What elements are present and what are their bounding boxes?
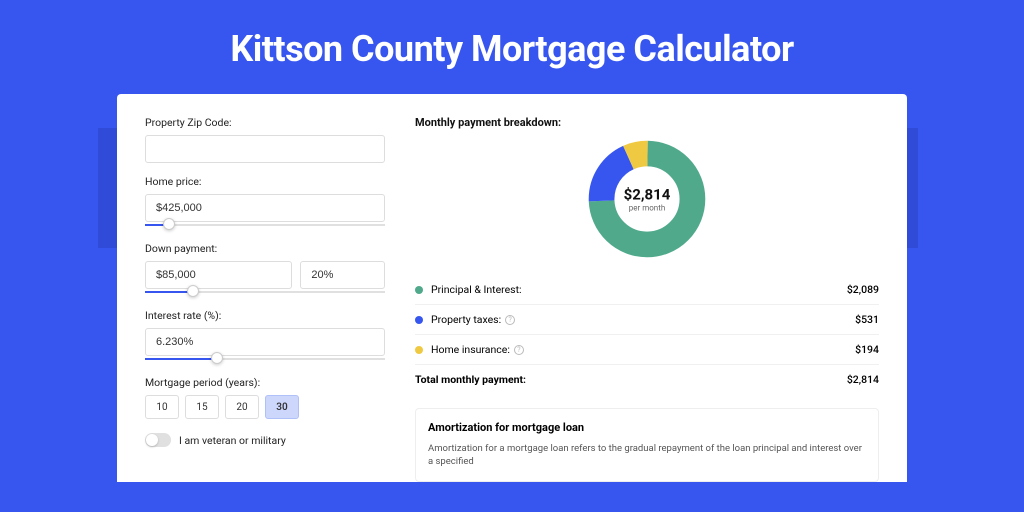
slider-fill <box>145 291 193 293</box>
down-payment-pct-input[interactable] <box>300 261 385 289</box>
down-payment-label: Down payment: <box>145 242 385 255</box>
home-price-input[interactable] <box>145 194 385 222</box>
period-options: 10 15 20 30 <box>145 395 385 419</box>
breakdown-title: Monthly payment breakdown: <box>415 116 879 129</box>
down-payment-slider[interactable] <box>145 287 385 297</box>
breakdown-column: Monthly payment breakdown: $2,814 per mo… <box>415 116 879 482</box>
info-icon[interactable]: ? <box>514 345 524 355</box>
period-btn-30[interactable]: 30 <box>265 395 299 419</box>
form-column: Property Zip Code: Home price: Down paym… <box>145 116 385 482</box>
legend-label-text: Principal & Interest: <box>431 283 522 296</box>
legend-dot <box>415 286 423 294</box>
veteran-label: I am veteran or military <box>179 434 286 447</box>
amortization-title: Amortization for mortgage loan <box>428 421 866 434</box>
home-price-slider[interactable] <box>145 220 385 230</box>
home-price-field-group: Home price: <box>145 175 385 230</box>
slider-fill <box>145 358 217 360</box>
interest-label: Interest rate (%): <box>145 309 385 322</box>
legend-dot <box>415 346 423 354</box>
amortization-card: Amortization for mortgage loan Amortizat… <box>415 408 879 482</box>
donut-chart: $2,814 per month <box>587 139 707 259</box>
zip-field-group: Property Zip Code: <box>145 116 385 163</box>
legend-row-principal: Principal & Interest: $2,089 <box>415 275 879 305</box>
legend-row-insurance: Home insurance: ? $194 <box>415 335 879 365</box>
page-title: Kittson County Mortgage Calculator <box>0 0 1024 94</box>
donut-amount: $2,814 <box>624 186 671 204</box>
legend-total-label: Total monthly payment: <box>415 373 847 386</box>
breakdown-legend: Principal & Interest: $2,089 Property ta… <box>415 275 879 394</box>
legend-dot <box>415 316 423 324</box>
period-btn-20[interactable]: 20 <box>225 395 259 419</box>
legend-value: $194 <box>855 343 879 356</box>
zip-input[interactable] <box>145 135 385 163</box>
zip-label: Property Zip Code: <box>145 116 385 129</box>
down-payment-input[interactable] <box>145 261 292 289</box>
interest-field-group: Interest rate (%): <box>145 309 385 364</box>
slider-thumb[interactable] <box>163 218 175 230</box>
down-payment-field-group: Down payment: <box>145 242 385 297</box>
legend-label: Property taxes: ? <box>431 313 855 326</box>
calculator-card: Property Zip Code: Home price: Down paym… <box>117 94 907 482</box>
legend-row-total: Total monthly payment: $2,814 <box>415 365 879 394</box>
legend-total-value: $2,814 <box>847 373 879 386</box>
amortization-text: Amortization for a mortgage loan refers … <box>428 442 866 469</box>
home-price-label: Home price: <box>145 175 385 188</box>
veteran-toggle-row: I am veteran or military <box>145 433 385 447</box>
legend-label-text: Home insurance: <box>431 343 510 356</box>
interest-slider[interactable] <box>145 354 385 364</box>
slider-track <box>145 224 385 226</box>
legend-row-taxes: Property taxes: ? $531 <box>415 305 879 335</box>
donut-sub: per month <box>624 204 671 213</box>
legend-label: Principal & Interest: <box>431 283 847 296</box>
interest-input[interactable] <box>145 328 385 356</box>
veteran-toggle[interactable] <box>145 433 171 447</box>
period-field-group: Mortgage period (years): 10 15 20 30 <box>145 376 385 419</box>
period-btn-10[interactable]: 10 <box>145 395 179 419</box>
donut-chart-wrap: $2,814 per month <box>415 139 879 259</box>
slider-thumb[interactable] <box>187 285 199 297</box>
legend-label-text: Property taxes: <box>431 313 501 326</box>
donut-center: $2,814 per month <box>624 186 671 213</box>
slider-thumb[interactable] <box>211 352 223 364</box>
legend-value: $2,089 <box>847 283 879 296</box>
legend-label: Home insurance: ? <box>431 343 855 356</box>
legend-value: $531 <box>855 313 879 326</box>
info-icon[interactable]: ? <box>505 315 515 325</box>
period-btn-15[interactable]: 15 <box>185 395 219 419</box>
toggle-knob <box>146 434 158 446</box>
period-label: Mortgage period (years): <box>145 376 385 389</box>
